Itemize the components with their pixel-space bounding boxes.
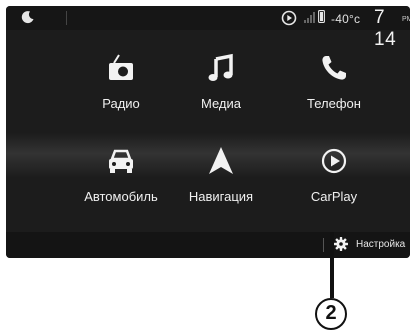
- tile-label: Телефон: [307, 96, 361, 111]
- bottom-bar: Настройка: [6, 232, 410, 258]
- tile-label: CarPlay: [310, 189, 358, 204]
- tile-label: Медиа: [201, 96, 241, 111]
- tile-label: Навигация: [188, 189, 254, 204]
- menu-tile-phone[interactable]: Телефон: [274, 39, 394, 129]
- music-note-icon: [208, 53, 233, 81]
- phone-icon: [322, 56, 346, 80]
- status-bar: -40°c 7 14 PM: [6, 6, 410, 50]
- callout-marker: 2: [315, 298, 347, 330]
- clock-am-pm: PM: [402, 16, 410, 23]
- phone-battery-icon: [318, 10, 325, 23]
- play-status-icon[interactable]: [281, 10, 297, 26]
- menu-tile-carplay[interactable]: CarPlay: [274, 132, 394, 222]
- moon-icon[interactable]: [21, 10, 35, 24]
- menu-tile-media[interactable]: Медиа: [161, 39, 281, 129]
- signal-strength-icon: [304, 12, 315, 23]
- bottom-divider: [323, 238, 324, 252]
- callout-number: 2: [325, 302, 337, 324]
- callout-leader-line: [330, 232, 334, 298]
- carplay-icon: [321, 148, 347, 174]
- status-divider: [66, 11, 67, 25]
- navigation-arrow-icon: [209, 147, 233, 174]
- menu-tile-navigation[interactable]: Навигация: [161, 132, 281, 222]
- gear-icon: [334, 237, 348, 251]
- temperature-readout: -40°c: [331, 12, 361, 26]
- car-icon: [109, 149, 133, 173]
- settings-label: Настройка: [356, 239, 406, 250]
- head-unit-screen: -40°c 7 14 PM Радио Медиа Телефон Автомо…: [6, 6, 410, 258]
- settings-button[interactable]: Настройка: [332, 236, 410, 254]
- radio-icon: [109, 54, 133, 80]
